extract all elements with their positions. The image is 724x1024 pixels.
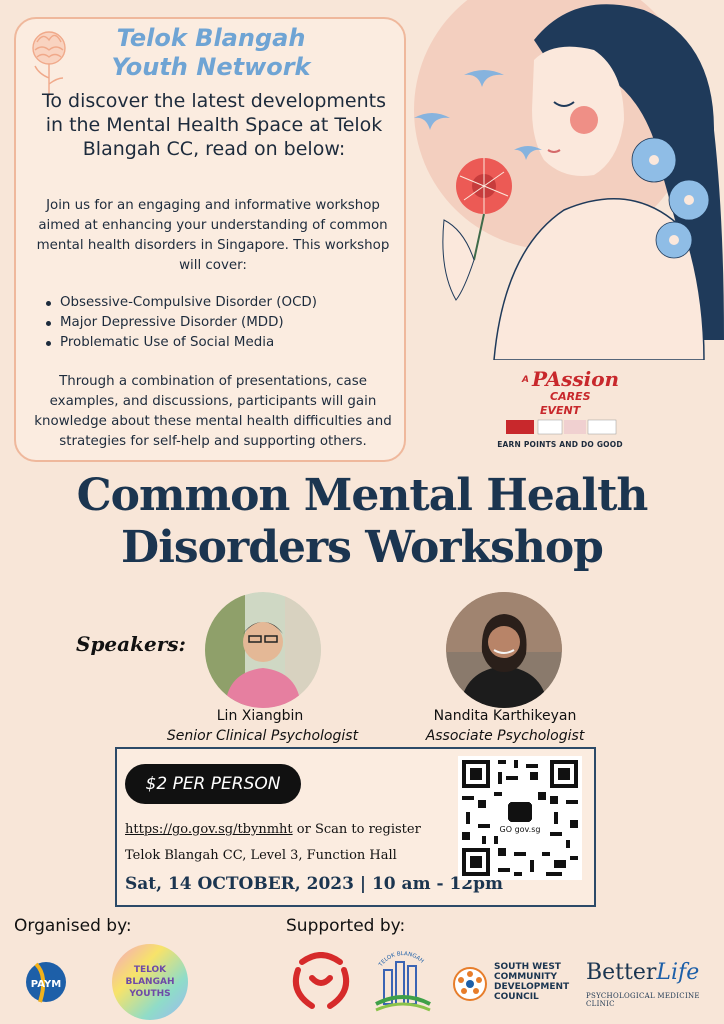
- price-badge: $2 PER PERSON: [125, 764, 301, 804]
- date-time-text: Sat, 14 OCTOBER, 2023 | 10 am - 12pm: [125, 874, 503, 894]
- main-title-line2: Disorders Workshop: [121, 522, 604, 573]
- intro-heading: To discover the latest developments in t…: [41, 90, 387, 160]
- register-line: https://go.gov.sg/tbynmht or Scan to reg…: [125, 822, 421, 837]
- main-title-line1: Common Mental Health: [76, 470, 649, 521]
- passion-line2: PAssion: [531, 367, 619, 391]
- intro-text: Join us for an engaging and informative …: [36, 198, 390, 273]
- speaker-name: Lin Xiangbin: [216, 708, 304, 724]
- telok-blangah-youths-logo: TELOK BLANGAH YOUTHS: [112, 944, 188, 1020]
- betterlife-logo-text: BetterLife: [586, 960, 699, 985]
- speakers-label: Speakers:: [76, 632, 186, 656]
- swcdc-line: SOUTH WEST: [494, 962, 561, 972]
- qr-code[interactable]: GO gov.sg: [458, 756, 582, 880]
- registration-link[interactable]: https://go.gov.sg/tbynmht: [125, 822, 293, 837]
- speaker-photo: [446, 592, 562, 708]
- speaker-name: Nandita Karthikeyan: [433, 708, 577, 724]
- topic-item: Major Depressive Disorder (MDD): [44, 313, 384, 333]
- qr-label: GO gov.sg: [500, 825, 541, 834]
- swcdc-line: DEVELOPMENT: [494, 982, 570, 992]
- swcdc-line: COMMUNITY: [494, 972, 558, 982]
- tb-youths-line1: TELOK: [134, 965, 167, 975]
- speaker-role: Associate Psychologist: [425, 728, 585, 744]
- svg-text:TELOK BLANGAH: TELOK BLANGAH: [378, 951, 425, 969]
- topic-list: Obsessive-Compulsive Disorder (OCD) Majo…: [44, 293, 384, 353]
- topic-item: Problematic Use of Social Media: [44, 333, 384, 353]
- topic-item: Obsessive-Compulsive Disorder (OCD): [44, 293, 384, 313]
- venue-text: Telok Blangah CC, Level 3, Function Hall: [125, 848, 397, 863]
- tb-youths-line3: YOUTHS: [128, 989, 170, 999]
- tb-arc-text: TELOK BLANGAH: [378, 951, 425, 969]
- org-title: Telok Blangah Youth Network: [111, 24, 311, 81]
- carnation-icon: [32, 31, 66, 96]
- closing-text: Through a combination of presentations, …: [34, 374, 392, 449]
- swcdc-line: COUNCIL: [494, 992, 539, 1002]
- passion-line1: A: [521, 375, 529, 385]
- betterlife-subtitle: PSYCHOLOGICAL MEDICINE CLINIC: [586, 992, 700, 1008]
- register-suffix: or Scan to register: [292, 822, 421, 837]
- telok-blangah-cc-logo: TELOK BLANGAH: [375, 951, 431, 1012]
- tb-youths-line2: BLANGAH: [126, 977, 175, 987]
- main-title: Common Mental Health Disorders Workshop: [0, 470, 724, 574]
- woman-flower-illustration: [414, 0, 724, 360]
- pa-logo: [292, 952, 350, 1009]
- passion-line3: CARES: [550, 390, 591, 403]
- passion-tagline: EARN POINTS AND DO GOOD: [497, 440, 623, 449]
- betterlife-a: Better: [586, 960, 657, 985]
- organised-by-label: Organised by:: [14, 916, 132, 936]
- passion-line4: EVENT: [540, 404, 582, 417]
- paym-text: PAYM: [31, 979, 61, 990]
- swcdc-text: SOUTH WEST COMMUNITY DEVELOPMENT COUNCIL: [494, 962, 584, 1002]
- speaker-photo: [205, 592, 321, 708]
- betterlife-b: Life: [656, 960, 700, 985]
- paym-logo: PAYM: [26, 962, 66, 1003]
- speaker-role: Senior Clinical Psychologist: [166, 728, 359, 744]
- supported-by-label: Supported by:: [286, 916, 406, 936]
